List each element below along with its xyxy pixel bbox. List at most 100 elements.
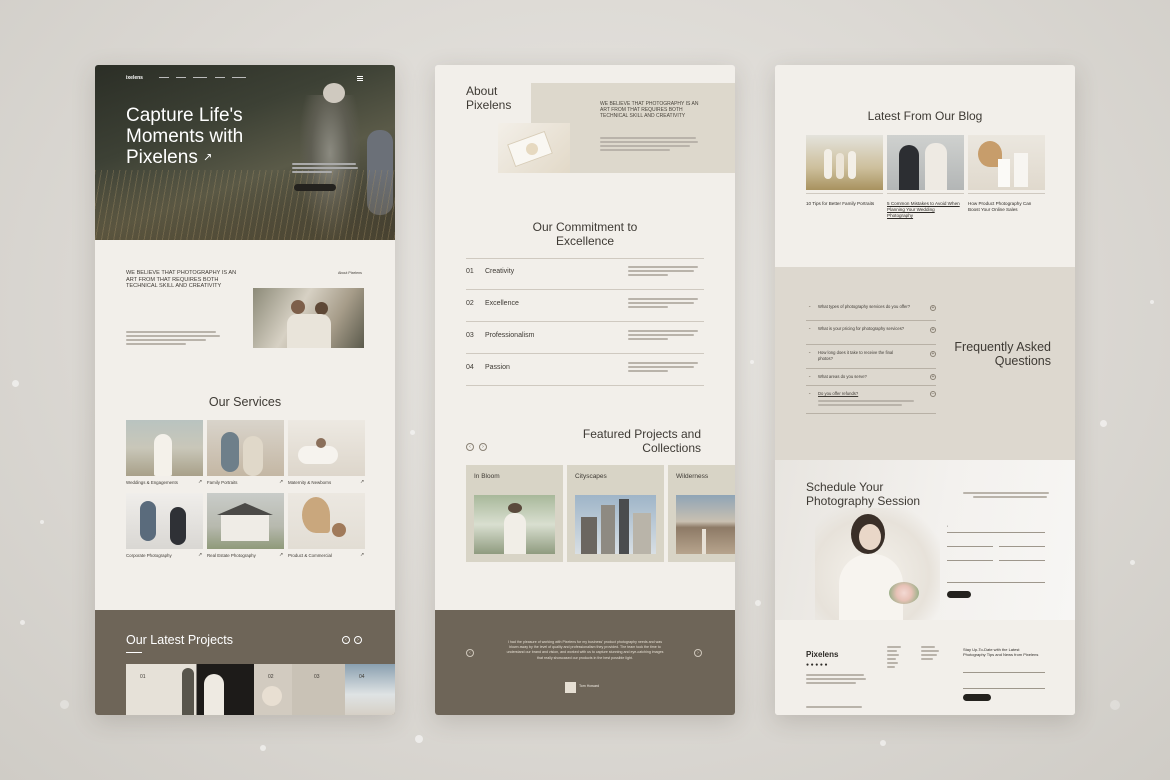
service-label[interactable]: Maternity & Newborns bbox=[288, 480, 331, 485]
commitment-item[interactable]: 03 Professionalism bbox=[466, 322, 704, 354]
prev-arrow-icon[interactable]: ‹ bbox=[466, 443, 474, 451]
next-arrow-icon[interactable]: › bbox=[479, 443, 487, 451]
name-field[interactable] bbox=[947, 532, 1045, 533]
faq-section: ⌄ What types of photography services do … bbox=[775, 267, 1075, 460]
service-card-product[interactable] bbox=[288, 493, 365, 549]
service-card-corporate[interactable] bbox=[126, 493, 203, 549]
nav-menu bbox=[159, 77, 249, 79]
plus-icon[interactable]: + bbox=[930, 305, 936, 311]
hamburger-icon[interactable] bbox=[357, 76, 363, 81]
nav-item[interactable] bbox=[232, 77, 246, 78]
featured-card-cityscapes[interactable]: Cityscapes bbox=[567, 465, 664, 562]
about-page-panel: About Pixelens WE BELIEVE THAT PHOTOGRAP… bbox=[435, 65, 735, 715]
blog-page-panel: Latest From Our Blog 10 Tips for Better … bbox=[775, 65, 1075, 715]
blog-post-title[interactable]: 5 Common Mistakes to Avoid When Planning… bbox=[887, 201, 961, 220]
faq-item[interactable]: ⌄ How long does it take to receive the f… bbox=[806, 347, 936, 369]
title-underline bbox=[126, 652, 142, 653]
date-field[interactable] bbox=[999, 560, 1045, 561]
nav-item[interactable] bbox=[159, 77, 169, 78]
blog-post-photo[interactable] bbox=[887, 135, 964, 190]
minus-icon[interactable]: – bbox=[930, 391, 936, 397]
subscribe-button[interactable] bbox=[963, 694, 991, 701]
schedule-section: Schedule Your Photography Session ▪ bbox=[775, 460, 1075, 620]
about-title: About Pixelens bbox=[466, 84, 512, 112]
featured-card-in-bloom[interactable]: In Bloom bbox=[466, 465, 563, 562]
plus-icon[interactable]: + bbox=[930, 374, 936, 380]
faq-item[interactable]: ⌄ What types of photography services do … bbox=[806, 301, 936, 321]
next-arrow-icon[interactable]: › bbox=[354, 636, 362, 644]
commitment-item[interactable]: 04 Passion bbox=[466, 354, 704, 386]
arrow-up-right-icon[interactable]: ↗ bbox=[279, 552, 283, 558]
service-label[interactable]: Family Portraits bbox=[207, 480, 238, 485]
arrow-up-right-icon[interactable]: ↗ bbox=[198, 552, 202, 558]
service-card-family[interactable] bbox=[207, 420, 284, 476]
commitment-title: Our Commitment to Excellence bbox=[532, 220, 638, 248]
blog-post-title[interactable]: 10 Tips for Better Family Portraits bbox=[806, 201, 886, 207]
divider bbox=[887, 193, 964, 194]
phone-field[interactable] bbox=[999, 546, 1045, 547]
about-statement: WE BELIEVE THAT PHOTOGRAPHY IS AN ART FR… bbox=[126, 270, 237, 290]
project-card[interactable]: 03 bbox=[292, 664, 345, 715]
faq-title: Frequently Asked Questions bbox=[954, 340, 1051, 368]
services-title: Our Services bbox=[208, 395, 282, 409]
service-label[interactable]: Real Estate Photography bbox=[207, 553, 256, 558]
service-card-real-estate[interactable] bbox=[207, 493, 284, 549]
featured-title: Featured Projects and Collections bbox=[582, 427, 701, 455]
avatar bbox=[565, 682, 576, 693]
latest-projects-title: Our Latest Projects bbox=[126, 633, 233, 647]
logo[interactable]: ixelens bbox=[126, 75, 143, 81]
prev-arrow-icon[interactable]: ‹ bbox=[342, 636, 350, 644]
footer-logo[interactable]: Pixelens bbox=[806, 650, 838, 659]
blog-post-photo[interactable] bbox=[806, 135, 883, 190]
message-field[interactable] bbox=[947, 582, 1045, 583]
faq-item[interactable]: ⌄ What is your pricing for photography s… bbox=[806, 323, 936, 345]
submit-button[interactable] bbox=[947, 591, 971, 598]
service-card-maternity[interactable] bbox=[288, 420, 365, 476]
service-label[interactable]: Corporate Photography bbox=[126, 553, 172, 558]
arrow-up-right-icon[interactable]: ↗ bbox=[203, 151, 212, 163]
project-card[interactable]: 02 bbox=[254, 664, 292, 715]
chevron-down-icon: ⌄ bbox=[808, 303, 812, 308]
next-arrow-icon[interactable]: › bbox=[694, 649, 702, 657]
commitment-item[interactable]: 02 Excellence bbox=[466, 290, 704, 322]
commitment-item[interactable]: 01 Creativity bbox=[466, 258, 704, 290]
arrow-up-right-icon[interactable]: ↗ bbox=[360, 479, 364, 485]
newsletter-heading: Stay Up-To-Date with the Latest Photogra… bbox=[963, 647, 1039, 658]
social-icons[interactable]: ●●●●● bbox=[806, 662, 829, 668]
plus-icon[interactable]: + bbox=[930, 327, 936, 333]
footer-links-col2[interactable] bbox=[921, 646, 941, 662]
bride-photo bbox=[815, 508, 940, 620]
project-card[interactable]: 04 bbox=[345, 664, 395, 715]
about-link[interactable]: About Pixelens bbox=[338, 271, 362, 275]
project-card[interactable]: 01 bbox=[126, 664, 254, 715]
service-select[interactable] bbox=[947, 560, 993, 561]
field-label: ▪ bbox=[947, 524, 949, 528]
blog-post-photo[interactable] bbox=[968, 135, 1045, 190]
newsletter-email-field[interactable] bbox=[963, 672, 1045, 673]
footer-links-col1[interactable] bbox=[887, 646, 903, 670]
about-photo bbox=[253, 288, 364, 348]
blog-post-title[interactable]: How Product Photography Can Boost Your O… bbox=[968, 201, 1044, 213]
service-card-weddings[interactable] bbox=[126, 420, 203, 476]
homepage-panel: ixelens Capture Life's Moments with Pixe… bbox=[95, 65, 395, 715]
book-session-button[interactable] bbox=[294, 184, 336, 191]
nav-item[interactable] bbox=[176, 77, 186, 78]
prev-arrow-icon[interactable]: ‹ bbox=[466, 649, 474, 657]
email-field[interactable] bbox=[947, 546, 993, 547]
arrow-up-right-icon[interactable]: ↗ bbox=[198, 479, 202, 485]
faq-item[interactable]: ⌄ What areas do you serve? + bbox=[806, 371, 936, 386]
arrow-up-right-icon[interactable]: ↗ bbox=[279, 479, 283, 485]
wilderness-photo bbox=[676, 495, 735, 554]
newsletter-name-field[interactable] bbox=[963, 688, 1045, 689]
chevron-down-icon: ⌄ bbox=[808, 349, 812, 354]
chevron-down-icon: ⌄ bbox=[808, 325, 812, 330]
nav-item[interactable] bbox=[193, 77, 207, 78]
hero-photo-child bbox=[323, 83, 345, 103]
divider bbox=[968, 193, 1045, 194]
arrow-up-right-icon[interactable]: ↗ bbox=[360, 552, 364, 558]
service-label[interactable]: Weddings & Engagements bbox=[126, 480, 178, 485]
featured-card-wilderness[interactable]: Wilderness bbox=[668, 465, 735, 562]
nav-item[interactable] bbox=[215, 77, 225, 78]
faq-item-expanded[interactable]: ⌄ Do you offer refunds? – bbox=[806, 388, 936, 414]
service-label[interactable]: Product & Commercial bbox=[288, 553, 332, 558]
